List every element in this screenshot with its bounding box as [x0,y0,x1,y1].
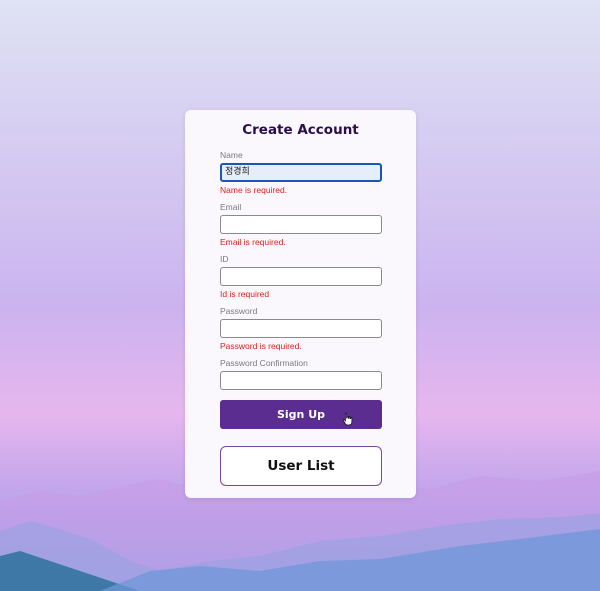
sign-up-button[interactable]: Sign Up [220,400,382,429]
id-input[interactable] [220,267,382,286]
page-title: Create Account [242,122,359,138]
page-background: Create Account Name 정경희 Name is required… [0,0,600,591]
id-label: ID [220,254,229,264]
name-label: Name [220,150,243,160]
email-error: Email is required. [220,237,286,247]
create-account-card: Create Account Name 정경희 Name is required… [185,110,416,498]
password-label: Password [220,306,258,316]
email-input[interactable] [220,215,382,234]
password-confirmation-label: Password Confirmation [220,358,308,368]
hand-pointer-icon [342,412,353,426]
name-field: Name 정경희 Name is required. [220,150,382,195]
password-error: Password is required. [220,341,302,351]
email-label: Email [220,202,242,212]
name-error: Name is required. [220,185,288,195]
password-confirmation-field: Password Confirmation [220,358,382,390]
name-input[interactable]: 정경희 [220,163,382,182]
user-list-button[interactable]: User List [220,446,382,486]
password-field: Password Password is required. [220,306,382,351]
id-error: Id is required [220,289,270,299]
password-confirmation-input[interactable] [220,371,382,390]
id-field: ID Id is required [220,254,382,299]
password-input[interactable] [220,319,382,338]
email-field: Email Email is required. [220,202,382,247]
